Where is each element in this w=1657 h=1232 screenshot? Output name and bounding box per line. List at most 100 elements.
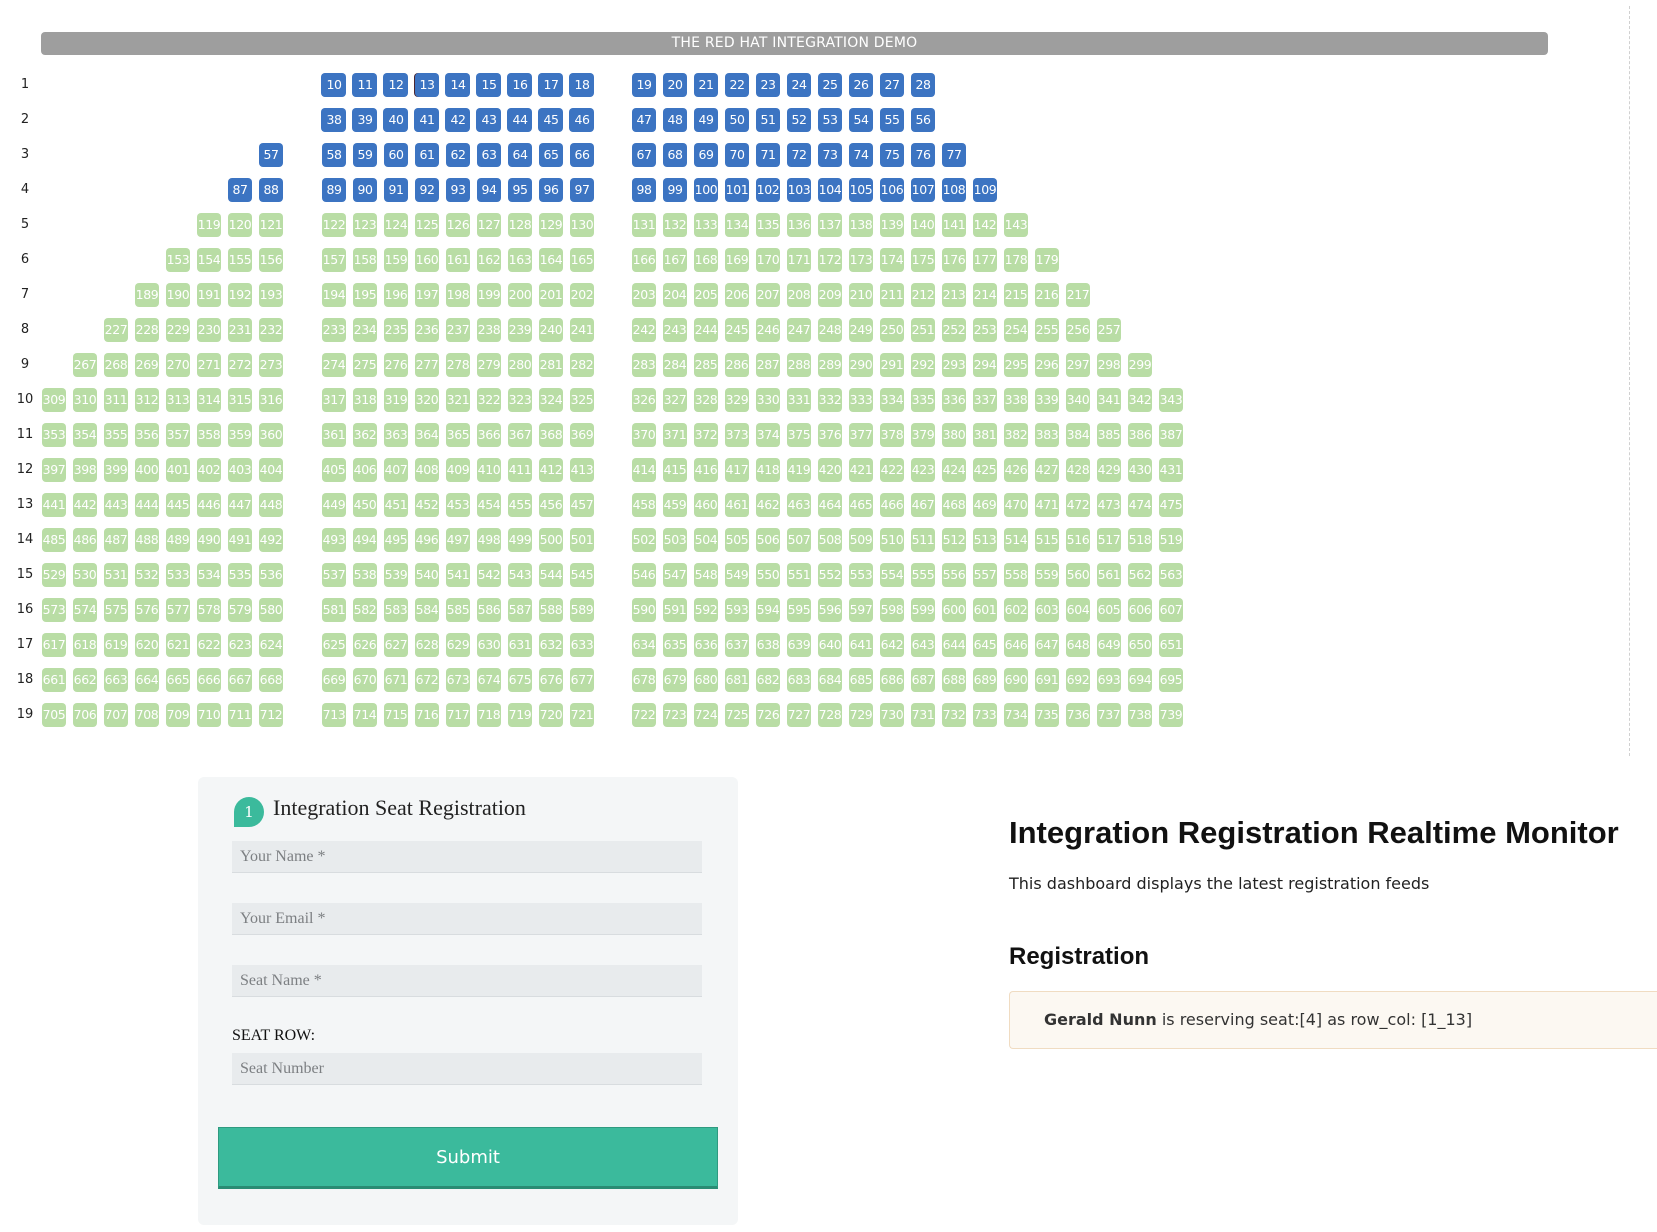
seat-444[interactable]: 444	[135, 493, 159, 517]
seat-206[interactable]: 206	[725, 283, 749, 307]
seat-177[interactable]: 177	[973, 248, 997, 272]
seat-252[interactable]: 252	[942, 318, 966, 342]
seat-324[interactable]: 324	[539, 388, 563, 412]
seat-189[interactable]: 189	[135, 283, 159, 307]
seat-202[interactable]: 202	[570, 283, 594, 307]
seat-371[interactable]: 371	[663, 423, 687, 447]
seat-512[interactable]: 512	[942, 528, 966, 552]
seat-594[interactable]: 594	[756, 598, 780, 622]
seat-715[interactable]: 715	[384, 703, 408, 727]
seat-489[interactable]: 489	[166, 528, 190, 552]
seat-605[interactable]: 605	[1097, 598, 1121, 622]
seat-69[interactable]: 69	[694, 143, 718, 167]
seat-52[interactable]: 52	[787, 108, 811, 132]
seat-470[interactable]: 470	[1004, 493, 1028, 517]
seat-636[interactable]: 636	[694, 633, 718, 657]
seat-268[interactable]: 268	[104, 353, 128, 377]
seat-109[interactable]: 109	[973, 178, 997, 202]
seat-77[interactable]: 77	[942, 143, 966, 167]
seat-578[interactable]: 578	[197, 598, 221, 622]
seat-338[interactable]: 338	[1004, 388, 1028, 412]
seat-127[interactable]: 127	[477, 213, 501, 237]
seat-93[interactable]: 93	[446, 178, 470, 202]
seat-734[interactable]: 734	[1004, 703, 1028, 727]
seat-633[interactable]: 633	[570, 633, 594, 657]
seat-418[interactable]: 418	[756, 458, 780, 482]
seat-227[interactable]: 227	[104, 318, 128, 342]
seat-585[interactable]: 585	[446, 598, 470, 622]
seat-96[interactable]: 96	[539, 178, 563, 202]
seat-58[interactable]: 58	[322, 143, 346, 167]
seat-196[interactable]: 196	[384, 283, 408, 307]
seat-160[interactable]: 160	[415, 248, 439, 272]
seat-722[interactable]: 722	[632, 703, 656, 727]
seat-457[interactable]: 457	[570, 493, 594, 517]
seat-22[interactable]: 22	[725, 73, 749, 97]
seat-518[interactable]: 518	[1128, 528, 1152, 552]
seat-679[interactable]: 679	[663, 668, 687, 692]
seat-529[interactable]: 529	[42, 563, 66, 587]
seat-546[interactable]: 546	[632, 563, 656, 587]
seat-190[interactable]: 190	[166, 283, 190, 307]
seat-97[interactable]: 97	[570, 178, 594, 202]
seat-693[interactable]: 693	[1097, 668, 1121, 692]
seat-628[interactable]: 628	[415, 633, 439, 657]
seat-514[interactable]: 514	[1004, 528, 1028, 552]
seat-683[interactable]: 683	[787, 668, 811, 692]
seat-198[interactable]: 198	[446, 283, 470, 307]
seat-739[interactable]: 739	[1159, 703, 1183, 727]
seat-368[interactable]: 368	[539, 423, 563, 447]
seat-540[interactable]: 540	[415, 563, 439, 587]
seat-384[interactable]: 384	[1066, 423, 1090, 447]
seat-175[interactable]: 175	[911, 248, 935, 272]
seat-329[interactable]: 329	[725, 388, 749, 412]
seat-320[interactable]: 320	[415, 388, 439, 412]
seat-212[interactable]: 212	[911, 283, 935, 307]
seat-319[interactable]: 319	[384, 388, 408, 412]
seat-46[interactable]: 46	[570, 108, 594, 132]
seat-291[interactable]: 291	[880, 353, 904, 377]
seat-195[interactable]: 195	[353, 283, 377, 307]
seat-176[interactable]: 176	[942, 248, 966, 272]
seat-362[interactable]: 362	[353, 423, 377, 447]
seat-23[interactable]: 23	[756, 73, 780, 97]
submit-button[interactable]: Submit	[218, 1127, 718, 1189]
seat-208[interactable]: 208	[787, 283, 811, 307]
seat-629[interactable]: 629	[446, 633, 470, 657]
seat-600[interactable]: 600	[942, 598, 966, 622]
seat-354[interactable]: 354	[73, 423, 97, 447]
seat-596[interactable]: 596	[818, 598, 842, 622]
seat-373[interactable]: 373	[725, 423, 749, 447]
seat-365[interactable]: 365	[446, 423, 470, 447]
seat-211[interactable]: 211	[880, 283, 904, 307]
seat-537[interactable]: 537	[322, 563, 346, 587]
seat-59[interactable]: 59	[353, 143, 377, 167]
seat-277[interactable]: 277	[415, 353, 439, 377]
seat-47[interactable]: 47	[632, 108, 656, 132]
seat-411[interactable]: 411	[508, 458, 532, 482]
seat-649[interactable]: 649	[1097, 633, 1121, 657]
seat-597[interactable]: 597	[849, 598, 873, 622]
seat-356[interactable]: 356	[135, 423, 159, 447]
seat-425[interactable]: 425	[973, 458, 997, 482]
seat-248[interactable]: 248	[818, 318, 842, 342]
seat-155[interactable]: 155	[228, 248, 252, 272]
seat-235[interactable]: 235	[384, 318, 408, 342]
seat-292[interactable]: 292	[911, 353, 935, 377]
seat-719[interactable]: 719	[508, 703, 532, 727]
seat-325[interactable]: 325	[570, 388, 594, 412]
seat-293[interactable]: 293	[942, 353, 966, 377]
seat-584[interactable]: 584	[415, 598, 439, 622]
seat-140[interactable]: 140	[911, 213, 935, 237]
seat-471[interactable]: 471	[1035, 493, 1059, 517]
seat-398[interactable]: 398	[73, 458, 97, 482]
seat-241[interactable]: 241	[570, 318, 594, 342]
seat-281[interactable]: 281	[539, 353, 563, 377]
seat-498[interactable]: 498	[477, 528, 501, 552]
seat-509[interactable]: 509	[849, 528, 873, 552]
seat-253[interactable]: 253	[973, 318, 997, 342]
seat-726[interactable]: 726	[756, 703, 780, 727]
seat-531[interactable]: 531	[104, 563, 128, 587]
seat-323[interactable]: 323	[508, 388, 532, 412]
seat-558[interactable]: 558	[1004, 563, 1028, 587]
